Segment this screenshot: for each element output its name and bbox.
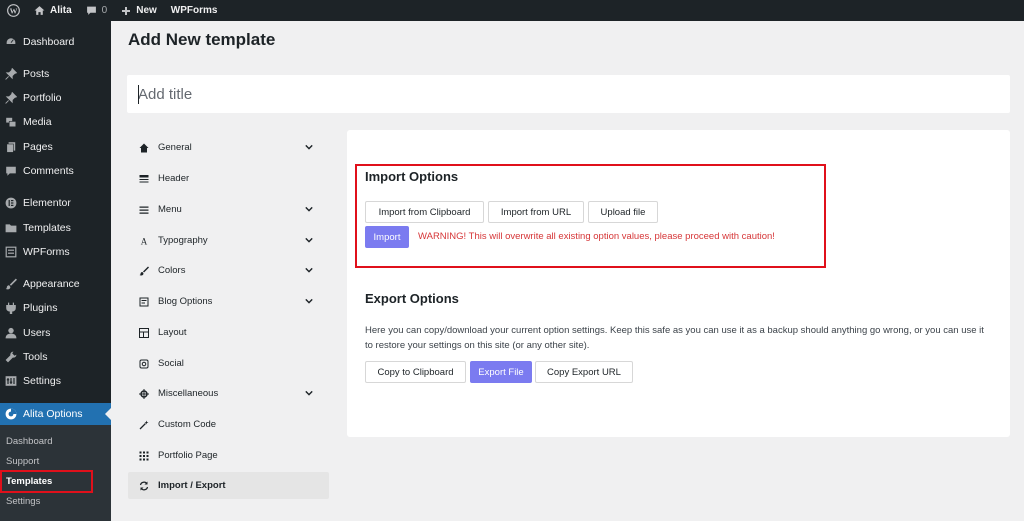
plus-icon bbox=[122, 6, 131, 15]
options-nav-social[interactable]: Social bbox=[128, 350, 329, 377]
options-nav-colors[interactable]: Colors bbox=[128, 257, 329, 284]
copy-to-clipboard-button[interactable]: Copy to Clipboard bbox=[365, 361, 466, 383]
chevron-down-icon bbox=[305, 206, 313, 212]
export-description: Here you can copy/download your current … bbox=[365, 325, 984, 351]
options-nav-layout[interactable]: Layout bbox=[128, 319, 329, 346]
social-icon bbox=[139, 359, 149, 369]
palette-icon bbox=[5, 408, 17, 420]
folder-icon bbox=[5, 222, 17, 234]
title-field-container bbox=[127, 75, 1010, 113]
options-nav-miscellaneous[interactable]: Miscellaneous bbox=[128, 380, 329, 407]
new-label: New bbox=[136, 5, 157, 16]
sidebar-item-tools[interactable]: Tools bbox=[0, 346, 111, 368]
home-icon bbox=[34, 6, 45, 15]
pages-icon bbox=[5, 141, 17, 153]
chevron-down-icon bbox=[305, 267, 313, 273]
wordpress-logo-button[interactable]: W bbox=[0, 0, 27, 21]
brush-icon bbox=[139, 266, 149, 276]
page-title: Add New template bbox=[128, 30, 276, 49]
wordpress-icon: W bbox=[7, 4, 20, 17]
gear-icon bbox=[139, 388, 149, 399]
sidebar-item-dashboard[interactable]: Dashboard bbox=[0, 31, 111, 53]
new-content-link[interactable]: New bbox=[114, 0, 164, 21]
text-cursor bbox=[138, 85, 139, 104]
sidebar-item-portfolio[interactable]: Portfolio bbox=[0, 87, 111, 109]
dashboard-icon bbox=[5, 36, 17, 48]
admin-bar: W Alita 0 New WPForms bbox=[0, 0, 1024, 21]
comments-link[interactable]: 0 bbox=[79, 0, 115, 21]
sidebar-item-media[interactable]: Media bbox=[0, 111, 111, 133]
menu-icon bbox=[139, 205, 149, 215]
highlight-box-templates bbox=[0, 470, 93, 493]
options-nav-menu[interactable]: Menu bbox=[128, 196, 329, 223]
comment-icon bbox=[86, 6, 96, 15]
export-options-title: Export Options bbox=[365, 291, 459, 306]
title-input[interactable] bbox=[127, 75, 1010, 113]
wpforms-label: WPForms bbox=[170, 5, 218, 16]
export-file-button[interactable]: Export File bbox=[470, 361, 532, 383]
layout-icon bbox=[139, 327, 149, 338]
highlight-box-import bbox=[355, 164, 826, 268]
options-nav-blog-options[interactable]: Blog Options bbox=[128, 288, 329, 315]
submenu-item-support[interactable]: Support bbox=[6, 456, 39, 467]
blog-icon bbox=[139, 297, 149, 307]
chevron-down-icon bbox=[305, 390, 313, 396]
options-nav-portfolio-page[interactable]: Portfolio Page bbox=[128, 442, 329, 469]
sidebar-item-elementor[interactable]: Elementor bbox=[0, 192, 111, 214]
sidebar-item-appearance[interactable]: Appearance bbox=[0, 273, 111, 295]
options-nav-general[interactable]: General bbox=[128, 134, 329, 161]
settings-icon bbox=[5, 375, 17, 387]
site-name-link[interactable]: Alita bbox=[27, 0, 79, 21]
magic-icon bbox=[139, 420, 149, 430]
sidebar-item-settings[interactable]: Settings bbox=[0, 370, 111, 392]
sidebar-item-alita-options[interactable]: Alita Options bbox=[0, 403, 111, 425]
copy-export-url-button[interactable]: Copy Export URL bbox=[535, 361, 633, 383]
svg-text:A: A bbox=[141, 236, 148, 246]
options-nav-typography[interactable]: A Typography bbox=[128, 227, 329, 254]
pin-icon bbox=[5, 92, 17, 104]
header-icon bbox=[139, 174, 149, 184]
refresh-icon bbox=[139, 481, 149, 491]
options-nav-import-export[interactable]: Import / Export bbox=[128, 472, 329, 499]
elementor-icon bbox=[5, 197, 17, 209]
svg-text:W: W bbox=[10, 6, 18, 15]
submenu-item-settings[interactable]: Settings bbox=[6, 496, 40, 507]
media-icon bbox=[5, 116, 17, 128]
sidebar-item-pages[interactable]: Pages bbox=[0, 136, 111, 158]
sidebar-item-templates[interactable]: Templates bbox=[0, 217, 111, 239]
typography-icon: A bbox=[139, 236, 149, 246]
plug-icon bbox=[5, 302, 17, 314]
wrench-icon bbox=[5, 351, 17, 363]
submenu-item-dashboard[interactable]: Dashboard bbox=[6, 436, 52, 447]
sidebar-item-comments[interactable]: Comments bbox=[0, 160, 111, 182]
pin-icon bbox=[5, 68, 17, 80]
sidebar-item-plugins[interactable]: Plugins bbox=[0, 297, 111, 319]
home-icon bbox=[139, 143, 149, 153]
site-name: Alita bbox=[50, 5, 72, 16]
chevron-down-icon bbox=[305, 298, 313, 304]
wpforms-icon bbox=[5, 246, 17, 258]
sidebar-item-posts[interactable]: Posts bbox=[0, 63, 111, 85]
comment-icon bbox=[5, 165, 17, 177]
brush-icon bbox=[5, 278, 17, 290]
chevron-down-icon bbox=[305, 144, 313, 150]
sidebar-item-wpforms[interactable]: WPForms bbox=[0, 241, 111, 263]
grid-icon bbox=[139, 451, 149, 461]
sidebar-item-users[interactable]: Users bbox=[0, 322, 111, 344]
options-nav-custom-code[interactable]: Custom Code bbox=[128, 411, 329, 438]
options-nav-header[interactable]: Header bbox=[128, 165, 329, 192]
wpforms-adminbar-link[interactable]: WPForms bbox=[164, 0, 225, 21]
chevron-down-icon bbox=[305, 237, 313, 243]
comments-count: 0 bbox=[101, 5, 108, 16]
user-icon bbox=[5, 327, 17, 339]
